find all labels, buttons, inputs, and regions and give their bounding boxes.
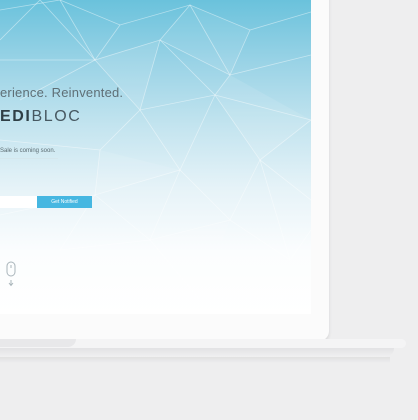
laptop-screen: erience. Reinvented. EDIBLOC Sale is com… <box>0 0 311 314</box>
polygon-mesh-background <box>0 0 311 301</box>
mouse-scroll-icon[interactable] <box>6 261 18 289</box>
sale-notice: Sale is coming soon. <box>0 148 56 154</box>
logo-light-part: BLOC <box>31 108 82 125</box>
laptop-base-lip <box>0 348 394 357</box>
hero-headline: erience. Reinvented. <box>0 85 124 100</box>
brand-logo: EDIBLOC <box>0 108 81 126</box>
laptop-shadow <box>0 357 390 363</box>
divider-line <box>0 158 58 159</box>
email-input[interactable] <box>0 196 37 208</box>
laptop-hinge-notch <box>0 339 76 347</box>
get-notified-button[interactable]: Get Notified <box>37 196 92 208</box>
logo-bold-part: EDI <box>0 108 32 125</box>
